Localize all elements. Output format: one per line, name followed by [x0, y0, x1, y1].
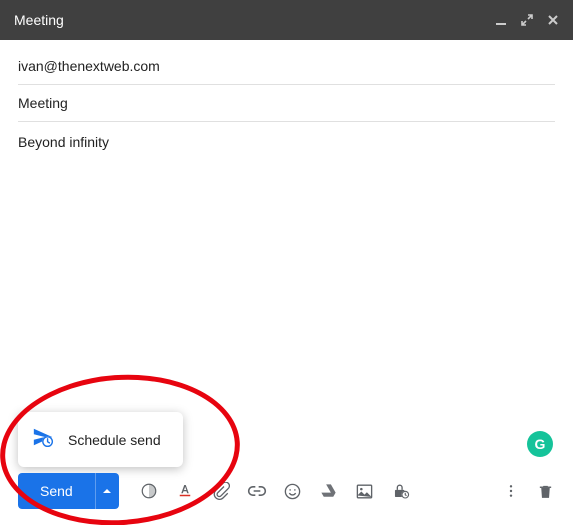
insert-photo-icon[interactable] — [355, 481, 375, 501]
to-field[interactable]: ivan@thenextweb.com — [18, 48, 555, 85]
grammarly-icon[interactable]: G — [527, 431, 553, 457]
more-options-icon[interactable] — [501, 481, 521, 501]
formatting-options-icon[interactable] — [139, 481, 159, 501]
insert-drive-icon[interactable] — [319, 481, 339, 501]
compose-title: Meeting — [14, 12, 64, 28]
expand-icon[interactable] — [521, 14, 533, 26]
schedule-send-menu[interactable]: Schedule send — [18, 412, 183, 467]
window-controls — [495, 14, 559, 26]
schedule-send-label: Schedule send — [68, 432, 161, 448]
subject-field[interactable]: Meeting — [18, 85, 555, 122]
compose-toolbar: Send — [18, 473, 555, 509]
insert-link-icon[interactable] — [247, 481, 267, 501]
attach-file-icon[interactable] — [211, 481, 231, 501]
insert-emoji-icon[interactable] — [283, 481, 303, 501]
close-icon[interactable] — [547, 14, 559, 26]
discard-draft-icon[interactable] — [535, 481, 555, 501]
compose-window: Meeting ivan@thenextweb.com Meeting Beyo… — [0, 0, 573, 525]
toolbar-right — [501, 481, 555, 501]
compose-header: Meeting — [0, 0, 573, 40]
send-button[interactable]: Send — [18, 473, 95, 509]
confidential-mode-icon[interactable] — [391, 481, 411, 501]
compose-body[interactable]: Beyond infinity — [0, 122, 573, 162]
send-button-group: Send — [18, 473, 119, 509]
grammarly-letter: G — [535, 436, 546, 452]
compose-fields: ivan@thenextweb.com Meeting — [0, 40, 573, 122]
formatting-toolbar — [139, 481, 411, 501]
schedule-send-icon — [32, 426, 54, 453]
minimize-icon[interactable] — [495, 14, 507, 26]
text-format-icon[interactable] — [175, 481, 195, 501]
send-options-dropdown[interactable] — [95, 473, 119, 509]
